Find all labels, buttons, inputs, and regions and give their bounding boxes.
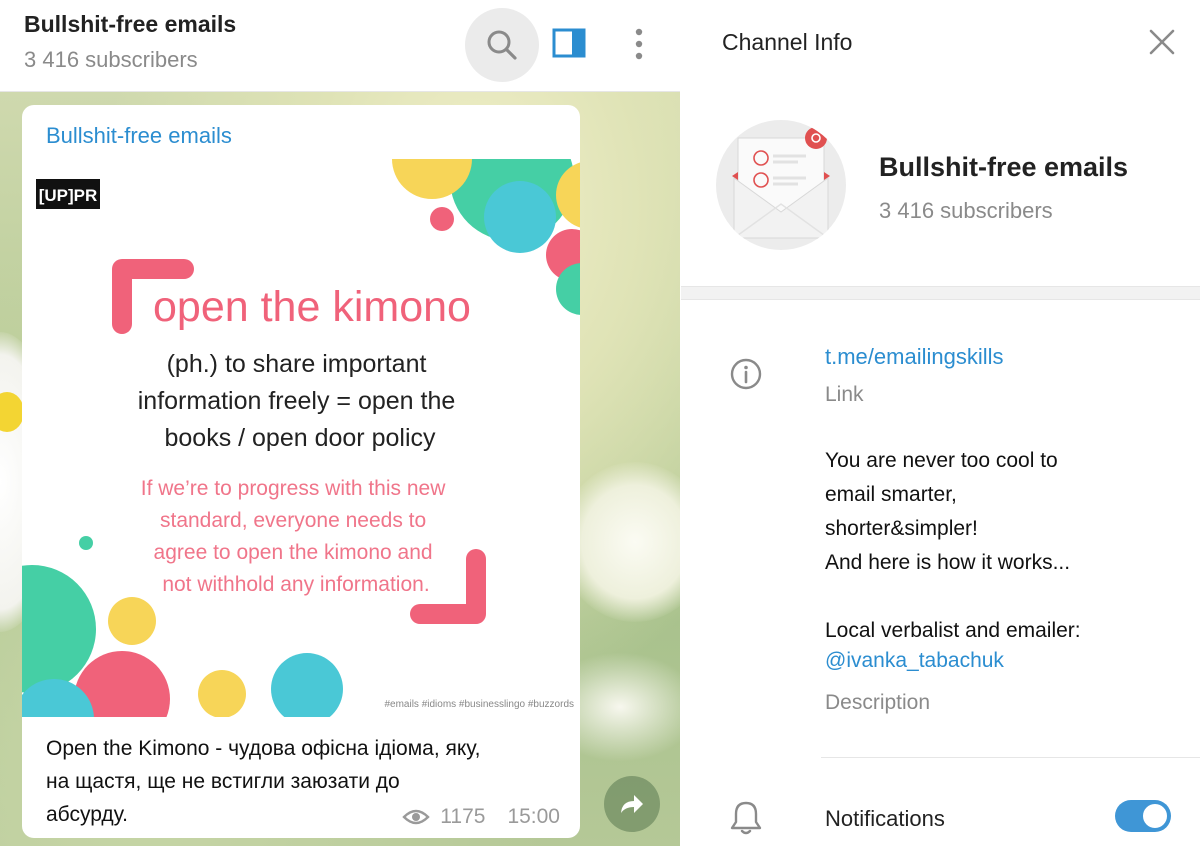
forward-icon (621, 795, 643, 813)
search-button[interactable] (465, 8, 539, 82)
eye-icon (402, 809, 430, 825)
channel-description: You are never too cool to email smarter,… (825, 449, 1081, 642)
channel-name: Bullshit-free emails (879, 152, 1129, 182)
logo-text: [UP]PR (39, 186, 98, 205)
channel-info-pane: Channel Info Bullshit-free emails 3 416 … (681, 0, 1200, 846)
decor-circle (79, 536, 93, 550)
notifications-toggle[interactable] (1115, 800, 1171, 832)
decor-circle (271, 653, 343, 717)
bell-icon (729, 800, 763, 836)
close-icon (1149, 29, 1175, 55)
view-count: 1175 (440, 805, 486, 828)
envelope-icon (732, 127, 830, 239)
info-icon (729, 357, 763, 391)
poster-definition: (ph.) to share important information fre… (138, 350, 463, 452)
description-mention-link[interactable]: @ivanka_tabachuk (825, 649, 1004, 673)
channel-subscribers: 3 416 subscribers (879, 198, 1053, 223)
poster-headline: open the kimono (153, 283, 471, 331)
poster-example: If we’re to progress with this new stand… (141, 477, 451, 596)
chat-subscribers: 3 416 subscribers (24, 47, 198, 72)
channel-link[interactable]: t.me/emailingskills (825, 344, 1004, 370)
more-options-button[interactable] (624, 24, 654, 64)
poster-hashtags: #emails #idioms #businesslingo #buzzords (384, 699, 574, 710)
description-label: Description (825, 691, 931, 714)
chat-pane: Bullshit-free emails 3 416 subscribers B… (0, 0, 680, 846)
decor-circle (108, 597, 156, 645)
decor-circle (198, 670, 246, 717)
info-pane-title: Channel Info (722, 29, 853, 55)
side-panel-icon (552, 28, 586, 58)
toggle-knob (1141, 802, 1169, 830)
notifications-label: Notifications (825, 806, 945, 831)
message-meta: 1175 15:00 (402, 805, 560, 829)
chat-header[interactable]: Bullshit-free emails 3 416 subscribers (0, 0, 680, 92)
chat-title[interactable]: Bullshit-free emails (24, 11, 236, 38)
message-time: 15:00 (507, 805, 560, 828)
more-vertical-icon (635, 28, 643, 60)
decor-circle (430, 207, 454, 231)
message-image[interactable]: [UP]PR open the kimono (ph.) to share im… (22, 159, 580, 717)
link-label: Link (825, 383, 864, 406)
toggle-info-panel-button[interactable] (552, 26, 586, 60)
row-divider (821, 757, 1200, 758)
search-icon (487, 30, 517, 60)
decor-circle (484, 181, 556, 253)
section-divider (681, 286, 1200, 300)
channel-avatar[interactable] (716, 120, 846, 250)
forward-button[interactable] (604, 776, 660, 832)
kimono-poster: [UP]PR open the kimono (ph.) to share im… (22, 159, 580, 717)
message-author[interactable]: Bullshit-free emails (46, 123, 232, 149)
close-button[interactable] (1146, 26, 1178, 58)
message-bubble[interactable]: Bullshit-free emails [UP]PR open the kim… (22, 105, 580, 838)
